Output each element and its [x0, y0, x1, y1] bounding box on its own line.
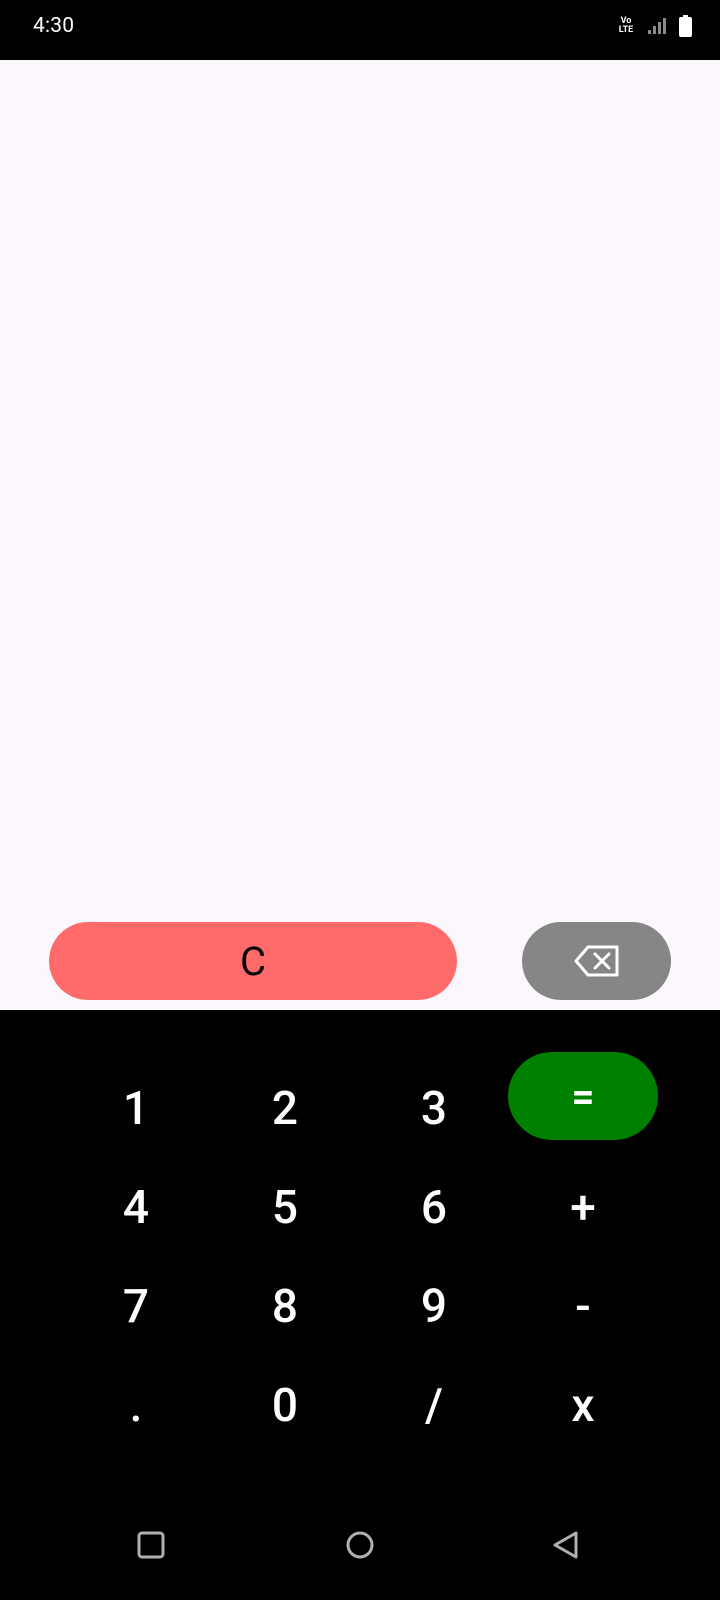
- volte-icon: Vo LTE: [618, 16, 634, 35]
- back-button[interactable]: [536, 1515, 596, 1575]
- minus-button[interactable]: -: [523, 1265, 643, 1349]
- decimal-button[interactable]: .: [76, 1364, 196, 1448]
- key-1[interactable]: 1: [76, 1067, 196, 1151]
- key-4[interactable]: 4: [76, 1166, 196, 1250]
- signal-icon: [648, 18, 666, 34]
- clear-button[interactable]: C: [49, 922, 457, 1000]
- backspace-icon: [574, 945, 618, 977]
- backspace-button[interactable]: [522, 922, 671, 1000]
- status-icons: Vo LTE: [617, 15, 692, 37]
- clear-button-label: C: [239, 937, 267, 985]
- keypad: 1 2 3 = 4 5 6 + 7 8 9 - . 0 / x: [0, 1010, 720, 1490]
- triangle-back-icon: [553, 1531, 578, 1559]
- key-3[interactable]: 3: [374, 1067, 494, 1151]
- key-0[interactable]: 0: [225, 1364, 345, 1448]
- key-7[interactable]: 7: [76, 1265, 196, 1349]
- square-icon: [137, 1531, 165, 1559]
- navigation-bar: [0, 1490, 720, 1600]
- home-button[interactable]: [330, 1515, 390, 1575]
- key-9[interactable]: 9: [374, 1265, 494, 1349]
- key-8[interactable]: 8: [225, 1265, 345, 1349]
- key-5[interactable]: 5: [225, 1166, 345, 1250]
- calculator-screen: 4:30 Vo LTE C 1 2 3 = 4 5 6 + 7 8 9 - . …: [0, 0, 720, 1600]
- display-area: C: [0, 60, 720, 1010]
- key-2[interactable]: 2: [225, 1067, 345, 1151]
- divide-button[interactable]: /: [374, 1364, 494, 1448]
- recents-button[interactable]: [121, 1515, 181, 1575]
- status-bar: 4:30 Vo LTE: [0, 0, 720, 60]
- equals-button[interactable]: =: [508, 1052, 658, 1140]
- multiply-button[interactable]: x: [523, 1364, 643, 1448]
- battery-icon: [679, 15, 692, 37]
- circle-icon: [346, 1531, 374, 1559]
- status-time: 4:30: [33, 14, 75, 38]
- plus-button[interactable]: +: [523, 1166, 643, 1250]
- key-6[interactable]: 6: [374, 1166, 494, 1250]
